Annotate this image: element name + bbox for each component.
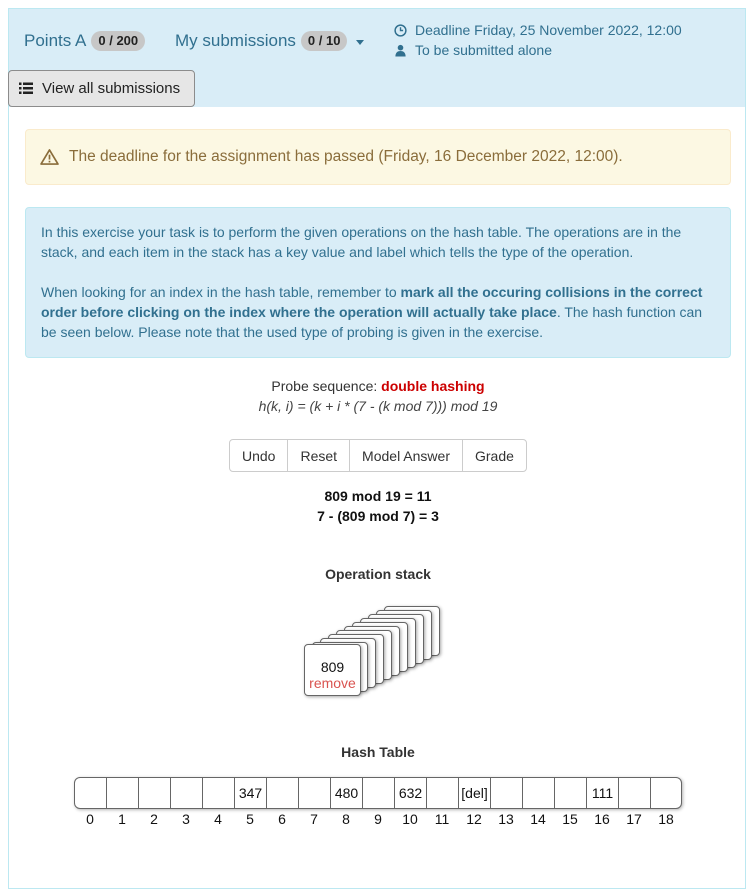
hash-table-index: 8 <box>342 811 350 827</box>
hash-table-cell[interactable] <box>555 778 587 808</box>
hash-table-index: 5 <box>246 811 254 827</box>
probe-method: double hashing <box>381 378 485 394</box>
hash-table-cell[interactable] <box>139 778 171 808</box>
exercise-button-group: Undo Reset Model Answer Grade <box>229 439 527 472</box>
stack-top-item[interactable]: 809 remove <box>304 644 361 696</box>
hash-table-index: 16 <box>594 811 610 827</box>
hash-table-cell[interactable]: 111 <box>587 778 619 808</box>
undo-button[interactable]: Undo <box>229 439 289 472</box>
list-icon <box>19 82 33 94</box>
caret-down-icon <box>356 39 365 45</box>
hash-table-cell[interactable]: [del] <box>459 778 491 808</box>
warning-text: The deadline for the assignment has pass… <box>69 148 623 165</box>
view-all-submissions-button[interactable]: View all submissions <box>8 70 195 107</box>
hash-table-index: 15 <box>562 811 578 827</box>
exercise-panel: The deadline for the assignment has pass… <box>8 107 746 889</box>
hash-table-index: 10 <box>402 811 418 827</box>
hash-table-cell[interactable] <box>363 778 395 808</box>
hash-formula: h(k, i) = (k + i * (7 - (k mod 7))) mod … <box>258 398 498 414</box>
reset-button[interactable]: Reset <box>287 439 351 472</box>
hash-table-cell[interactable] <box>491 778 523 808</box>
hash-table-index: 14 <box>530 811 546 827</box>
hash-table-index: 3 <box>182 811 190 827</box>
operation-label: remove <box>309 675 356 691</box>
deadline-info: Deadline Friday, 25 November 2022, 12:00 <box>394 22 682 38</box>
view-all-label: View all submissions <box>42 80 181 97</box>
submission-mode-text: To be submitted alone <box>415 42 552 58</box>
hash-table-index: 0 <box>86 811 94 827</box>
hash-table-cell[interactable]: 347 <box>235 778 267 808</box>
hash-table-index: 4 <box>214 811 222 827</box>
submission-mode: To be submitted alone <box>394 42 552 58</box>
hash-table-cell[interactable] <box>171 778 203 808</box>
probe-label: Probe sequence: <box>271 378 382 394</box>
submissions-label: My submissions <box>175 31 296 50</box>
hash-table-index: 18 <box>658 811 674 827</box>
hash-table-index: 12 <box>466 811 482 827</box>
hash-table-cell[interactable] <box>75 778 107 808</box>
hash-table-index: 17 <box>626 811 642 827</box>
probe-sequence: Probe sequence: double hashing <box>9 378 747 394</box>
instructions-text: When looking for an index in the hash ta… <box>41 284 401 300</box>
hash-table-cell[interactable] <box>299 778 331 808</box>
operation-stack-title: Operation stack <box>325 566 431 582</box>
hash-table-cell[interactable] <box>523 778 555 808</box>
hash-table: 347 480 632 [del] 111 <box>74 777 682 809</box>
hash-table-title: Hash Table <box>341 744 415 760</box>
hash-table-cell[interactable]: 480 <box>331 778 363 808</box>
warning-icon <box>40 149 59 165</box>
hash-table-index: 11 <box>434 811 450 827</box>
hash-calculation: 809 mod 19 = 11 <box>324 488 432 504</box>
user-icon <box>395 44 406 57</box>
deadline-warning: The deadline for the assignment has pass… <box>25 129 731 185</box>
hash-table-cell[interactable] <box>203 778 235 808</box>
operation-key: 809 <box>320 659 345 675</box>
hash-table-index: 1 <box>118 811 126 827</box>
hash-table-cell[interactable] <box>619 778 651 808</box>
hash-table-cell[interactable]: 632 <box>395 778 427 808</box>
submissions-dropdown[interactable]: My submissions 0 / 10 <box>175 31 365 51</box>
instructions-paragraph-2: When looking for an index in the hash ta… <box>41 282 715 342</box>
grade-button[interactable]: Grade <box>461 439 527 472</box>
hash-table-index: 2 <box>150 811 158 827</box>
hash-table-cell[interactable] <box>651 778 681 808</box>
hash-table-index: 7 <box>310 811 318 827</box>
instructions: In this exercise your task is to perform… <box>25 207 731 358</box>
hash-table-indices: 0 1 2 3 4 5 6 7 8 9 10 11 12 13 14 15 16 17 18 <box>74 811 682 827</box>
points-badge: 0 / 200 <box>91 31 146 51</box>
points-nav[interactable]: Points A 0 / 200 <box>24 31 146 51</box>
step-calculation: 7 - (809 mod 7) = 3 <box>317 508 439 524</box>
points-label: Points A <box>24 31 87 50</box>
hash-table-index: 13 <box>498 811 514 827</box>
deadline-text: Deadline Friday, 25 November 2022, 12:00 <box>415 22 682 38</box>
clock-icon <box>394 23 407 37</box>
hash-table-cell[interactable] <box>427 778 459 808</box>
model-answer-button[interactable]: Model Answer <box>349 439 463 472</box>
instructions-paragraph-1: In this exercise your task is to perform… <box>41 224 682 260</box>
hash-table-cell[interactable] <box>267 778 299 808</box>
hash-table-index: 6 <box>278 811 286 827</box>
hash-table-index: 9 <box>374 811 382 827</box>
submissions-badge: 0 / 10 <box>300 31 348 51</box>
hash-table-cell[interactable] <box>107 778 139 808</box>
